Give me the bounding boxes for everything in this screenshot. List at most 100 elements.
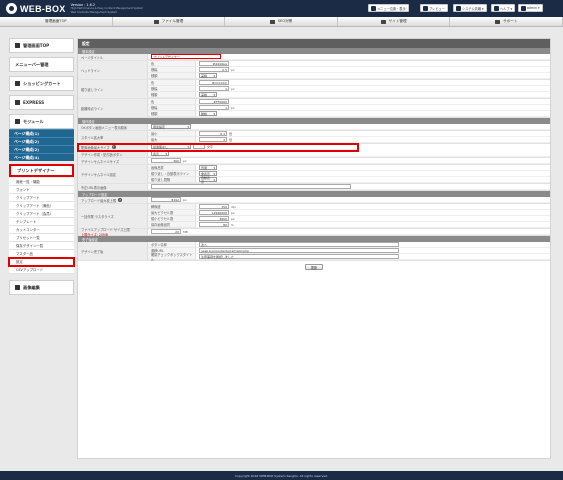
sidebar-subitem[interactable]: テンプレート: [9, 218, 74, 226]
sidebar-subitem[interactable]: クリップアート: [9, 194, 74, 202]
settings-panel: 設定 基本設定 ページタイトル プリントデザイナー ヘッドライン色 #4444AA 横幅 0…: [77, 38, 551, 459]
field-value: 表示: [148, 151, 550, 157]
field-sublabel: 種類: [148, 92, 196, 98]
select-value: 実線: [201, 73, 208, 78]
text-input[interactable]: 注意事項を確認しました: [199, 254, 399, 259]
help-icon[interactable]: ?: [118, 198, 123, 202]
text-input-secondary[interactable]: [193, 144, 205, 149]
sidebar-subitem[interactable]: マスター品: [9, 250, 74, 258]
field-line: 20 MB: [148, 229, 550, 235]
select-field[interactable]: 用途設定: [151, 124, 191, 129]
unit-label: px: [231, 216, 235, 221]
text-input[interactable]: #FF0000: [199, 99, 229, 104]
sidebar-subitem[interactable]: 保存デザイン一覧: [9, 242, 74, 250]
text-input[interactable]: #CCCCCC: [199, 80, 229, 85]
text-input[interactable]: 1: [199, 86, 229, 91]
field-label: 不正URL表示画像: [78, 184, 148, 190]
sidebar-subitem[interactable]: クリップアート（会員）: [9, 210, 74, 218]
nav-support[interactable]: サポート: [450, 17, 563, 26]
update-button[interactable]: 更新: [305, 264, 323, 270]
field-sublabel: 最大: [148, 137, 196, 143]
text-input[interactable]: 3600: [199, 216, 229, 221]
sidebar-subitem[interactable]: CSVアップロード: [9, 266, 74, 274]
field-values: [148, 184, 550, 190]
field-label: アップロード最大枚上限?: [78, 197, 148, 203]
field-label: デザイン完了後: [78, 242, 148, 260]
field-sublabel: 種類: [148, 73, 196, 79]
select-value: 最適値なし: [153, 144, 169, 149]
text-input[interactable]: プリントデザイナー: [151, 54, 221, 59]
field-label: デザインサムネイルサイズ: [78, 158, 148, 164]
field-value: 自動表示: [196, 176, 550, 184]
text-input[interactable]: 次へ: [199, 242, 399, 247]
text-input[interactable]: #4444AA: [199, 61, 229, 66]
field-label: ページタイトル: [78, 54, 148, 60]
text-input[interactable]: 0.1: [199, 131, 227, 136]
form-row: OKボタン画面メニュー表示順序 用途設定: [78, 124, 550, 131]
help-icon[interactable]: ?: [111, 145, 116, 149]
unit-label: 倍: [229, 137, 233, 142]
sidebar-subitem[interactable]: プリセット一覧: [9, 234, 74, 242]
sidebar-print-designer[interactable]: プリントデザイナー: [9, 164, 74, 177]
nav-file-management[interactable]: ファイル管理: [113, 17, 226, 26]
preview-button[interactable]: プレビュー: [420, 4, 448, 12]
sidebar-page-1[interactable]: ページ構成(1): [9, 129, 74, 137]
sidebar-express[interactable]: EXPRESS: [9, 95, 74, 110]
menu-position-button[interactable]: メニュー位置・表示: [368, 4, 409, 12]
help-button[interactable]: ヘルプ ▾: [491, 4, 516, 12]
field-label: ヘッドライン: [78, 61, 148, 79]
text-input[interactable]: 20: [151, 229, 181, 234]
logo[interactable]: WEB-BOX Version : 1.6.2 High Performance…: [6, 2, 143, 15]
select-field[interactable]: 実線: [199, 73, 217, 78]
sidebar-subitem[interactable]: カットコンター: [9, 226, 74, 234]
system-info-button[interactable]: システム情報 ▾: [453, 4, 487, 12]
sidebar-subitem[interactable]: 用紙一覧・機能: [9, 178, 74, 186]
select-value: 普通: [201, 165, 208, 170]
text-input[interactable]: 0.5: [199, 67, 229, 72]
sidebar-subitem[interactable]: クリップアート（満色）: [9, 202, 74, 210]
select-field[interactable]: 普通: [199, 165, 217, 170]
text-input[interactable]: [151, 184, 351, 189]
select-field[interactable]: 表示: [151, 151, 169, 156]
text-input[interactable]: 80: [199, 222, 229, 227]
sidebar-shopping-cart[interactable]: ショッピングカート: [9, 76, 74, 91]
field-values: 表示: [148, 151, 550, 157]
sidebar-admin-top[interactable]: 管理画面TOP: [9, 38, 74, 53]
select-field[interactable]: 破線: [199, 111, 217, 116]
nav-seo[interactable]: SEO対策: [225, 17, 338, 26]
field-line: 300 px: [148, 158, 550, 164]
field-label: 縦り返しライン: [78, 80, 148, 98]
sidebar-page-4[interactable]: ページ構成(4): [9, 153, 74, 161]
select-field[interactable]: 実線: [199, 92, 217, 97]
sidebar-menubar[interactable]: メニューバー管理: [9, 57, 74, 72]
select-field[interactable]: 自動表示: [199, 176, 217, 184]
field-values: 解像度 150 dpi 最大ピクセル数 12960000 px 縦小ピクセル数 3600 px 保…: [148, 204, 550, 228]
text-input[interactable]: /web-box/contents/cart/add.php: [199, 248, 399, 253]
text-input[interactable]: 1: [199, 105, 229, 110]
layout-icon: [371, 5, 376, 11]
form-row: アップロード最大枚上限? 8192 px: [78, 197, 550, 204]
unit-label: dpi: [231, 204, 236, 209]
sidebar-subitem[interactable]: フォント: [9, 186, 74, 194]
user-menu-button[interactable]: admin ▾: [518, 4, 543, 12]
main-nav: 管理画面TOP ファイル管理 SEO対策 サイト管理 サポート: [0, 17, 563, 27]
sidebar-subitem[interactable]: 設定: [8, 257, 75, 267]
field-value: 実線: [196, 73, 550, 79]
field-value: プリントデザイナー: [148, 54, 550, 60]
select-field[interactable]: 最適値なし: [151, 144, 191, 149]
sidebar-page-2[interactable]: ページ構成(2): [9, 137, 74, 145]
nav-admin-top[interactable]: 管理画面TOP: [0, 17, 113, 26]
text-input[interactable]: 12960000: [199, 210, 229, 215]
text-input[interactable]: 8192: [151, 197, 181, 202]
text-input[interactable]: 300: [151, 158, 181, 163]
sidebar-page-3[interactable]: ページ構成(2): [9, 145, 74, 153]
sidebar-image-edit[interactable]: 画像編集: [9, 280, 74, 295]
nav-site-management[interactable]: サイト管理: [338, 17, 451, 26]
text-input[interactable]: 3: [199, 137, 227, 142]
field-line: 種類 破線: [148, 111, 550, 117]
text-input[interactable]: 150: [199, 204, 229, 209]
form-row: 縦り返しライン色 #CCCCCC 横幅 1 px 種類 実線: [78, 80, 550, 99]
sidebar-module[interactable]: モジュール: [9, 114, 74, 129]
support-icon: [494, 19, 500, 24]
field-values: 色 #FF0000 横幅 1 px 種類 破線: [148, 99, 550, 117]
